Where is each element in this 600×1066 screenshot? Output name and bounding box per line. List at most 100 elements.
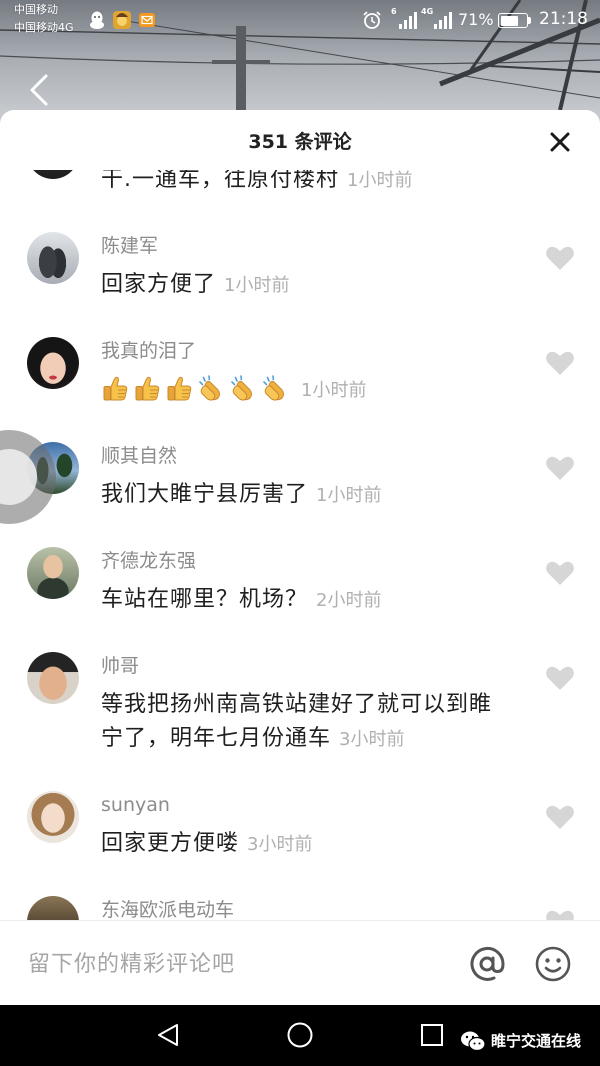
heart-icon xyxy=(546,805,574,829)
comment-text[interactable]: 回家方便了 1小时前 xyxy=(101,268,511,303)
comment-content: 车站在哪里？机场？ xyxy=(101,587,309,612)
comment-item: 陈建军 回家方便了 1小时前 xyxy=(0,232,600,339)
comment-item: 干.一通车，往原付楼村 1小时前 xyxy=(0,170,600,234)
heart-icon xyxy=(546,910,574,920)
photo-app-icon xyxy=(113,11,131,29)
signal-primary-label: 6 xyxy=(391,7,397,16)
watermark-text: 睢宁交通在线 xyxy=(491,1032,582,1050)
comment-item: 帅哥 等我把扬州南高铁站建好了就可以到睢宁了，明年七月份通车 3小时前 xyxy=(0,652,600,793)
heart-icon xyxy=(546,666,574,690)
comment-time: 1小时前 xyxy=(316,485,382,506)
comment-text[interactable]: 干.一通车，往原付楼村 1小时前 xyxy=(101,170,511,198)
watermark: 睢宁交通在线 xyxy=(460,1030,581,1052)
comment-list[interactable]: 干.一通车，往原付楼村 1小时前 陈建军 回家方便了 1小时前 我真的泪了 1小… xyxy=(0,170,600,920)
wechat-icon xyxy=(461,1031,486,1052)
clapping-hands-icon xyxy=(231,375,252,401)
avatar[interactable] xyxy=(27,170,79,179)
like-button[interactable] xyxy=(545,909,575,920)
avatar[interactable] xyxy=(27,896,79,920)
avatar[interactable] xyxy=(27,547,79,599)
comment-text[interactable]: 我们大睢宁县厉害了 1小时前 xyxy=(101,478,511,513)
clapping-hands-icon xyxy=(199,375,220,401)
status-bar: 中国移动 中国移动4G 6 4G 71% 21:18 xyxy=(0,0,600,40)
comment-text[interactable]: 1小时前 xyxy=(101,373,511,408)
comment-text[interactable]: 车站在哪里？机场？ 2小时前 xyxy=(101,583,511,618)
alarm-clock-icon xyxy=(363,11,381,29)
heart-icon xyxy=(546,246,574,270)
smiley-icon xyxy=(535,946,571,982)
comment-time: 1小时前 xyxy=(224,275,290,296)
clock: 21:18 xyxy=(539,9,588,29)
heart-icon xyxy=(546,456,574,480)
recents-square-icon[interactable] xyxy=(420,1023,444,1047)
avatar[interactable] xyxy=(27,232,79,284)
signal-bars-icon xyxy=(399,12,417,29)
comment-emoji-row xyxy=(101,375,293,402)
comment-content: 等我把扬州南高铁站建好了就可以到睢宁了，明年七月份通车 xyxy=(101,692,493,751)
like-button[interactable] xyxy=(545,455,575,481)
screen: 中国移动 中国移动4G 6 4G 71% 21:18 351 条评论 干.一通车… xyxy=(0,0,600,1066)
comment-time: 2小时前 xyxy=(316,590,382,611)
like-button[interactable] xyxy=(545,804,575,830)
battery-percent: 71% xyxy=(458,10,494,29)
carrier-label-primary: 中国移动 xyxy=(14,3,58,16)
like-button[interactable] xyxy=(545,245,575,271)
carrier-label-secondary: 中国移动4G xyxy=(14,21,74,34)
floating-dock-inner xyxy=(0,449,37,505)
comment-composer xyxy=(0,920,600,1005)
comment-content: 回家更方便喽 xyxy=(101,831,240,856)
comment-author[interactable]: 陈建军 xyxy=(101,234,511,258)
heart-icon xyxy=(546,351,574,375)
comment-time: 3小时前 xyxy=(339,729,405,750)
comment-time: 3小时前 xyxy=(247,834,313,855)
comment-author[interactable]: 帅哥 xyxy=(101,654,511,678)
like-button[interactable] xyxy=(545,350,575,376)
comment-author[interactable]: 顺其自然 xyxy=(101,444,511,468)
thumbs-up-icon xyxy=(135,376,160,401)
close-icon xyxy=(550,132,570,152)
clapping-hands-icon xyxy=(263,375,284,401)
mention-button[interactable] xyxy=(470,946,506,982)
close-button[interactable] xyxy=(546,128,574,156)
battery-level xyxy=(500,15,519,26)
comment-item: sunyan 回家更方便喽 3小时前 xyxy=(0,791,600,898)
comment-content: 我们大睢宁县厉害了 xyxy=(101,482,309,507)
comment-item: 我真的泪了 1小时前 xyxy=(0,337,600,444)
signal-bars-icon xyxy=(434,12,452,29)
back-triangle-icon[interactable] xyxy=(156,1023,180,1047)
back-button[interactable] xyxy=(24,72,54,108)
heart-icon xyxy=(546,561,574,585)
like-button[interactable] xyxy=(545,560,575,586)
comment-content: 回家方便了 xyxy=(101,272,217,297)
comment-content: 干.一通车，往原付楼村 xyxy=(101,170,339,192)
comment-time: 1小时前 xyxy=(301,380,367,401)
avatar[interactable] xyxy=(27,791,79,843)
comment-input[interactable] xyxy=(28,948,448,980)
comments-sheet: 351 条评论 干.一通车，往原付楼村 1小时前 陈建军 回家方便了 1小时前 … xyxy=(0,110,600,1005)
thumbs-up-icon xyxy=(167,376,192,401)
battery-icon xyxy=(498,13,528,28)
comment-author[interactable]: sunyan xyxy=(101,793,511,817)
comment-author[interactable]: 东海欧派电动车 xyxy=(101,898,511,920)
comment-text[interactable]: 等我把扬州南高铁站建好了就可以到睢宁了，明年七月份通车 3小时前 xyxy=(101,688,511,757)
emoji-button[interactable] xyxy=(535,946,571,982)
thumbs-up-icon xyxy=(103,376,128,401)
qq-icon xyxy=(90,11,104,29)
home-circle-icon[interactable] xyxy=(287,1022,313,1048)
sheet-header: 351 条评论 xyxy=(0,110,600,170)
comment-time: 1小时前 xyxy=(347,170,413,191)
avatar[interactable] xyxy=(27,652,79,704)
at-icon xyxy=(470,946,505,981)
signal-secondary-label: 4G xyxy=(421,7,434,16)
comment-author[interactable]: 齐德龙东强 xyxy=(101,549,511,573)
comment-item: 东海欧派电动车 xyxy=(0,896,600,920)
comment-item: 齐德龙东强 车站在哪里？机场？ 2小时前 xyxy=(0,547,600,654)
chevron-left-icon xyxy=(30,74,48,106)
like-button[interactable] xyxy=(545,665,575,691)
comment-count-title: 351 条评论 xyxy=(248,131,352,153)
avatar[interactable] xyxy=(27,337,79,389)
battery-cap xyxy=(528,17,531,24)
comment-author[interactable]: 我真的泪了 xyxy=(101,339,511,363)
comment-item: 顺其自然 我们大睢宁县厉害了 1小时前 xyxy=(0,442,600,549)
comment-text[interactable]: 回家更方便喽 3小时前 xyxy=(101,827,511,862)
